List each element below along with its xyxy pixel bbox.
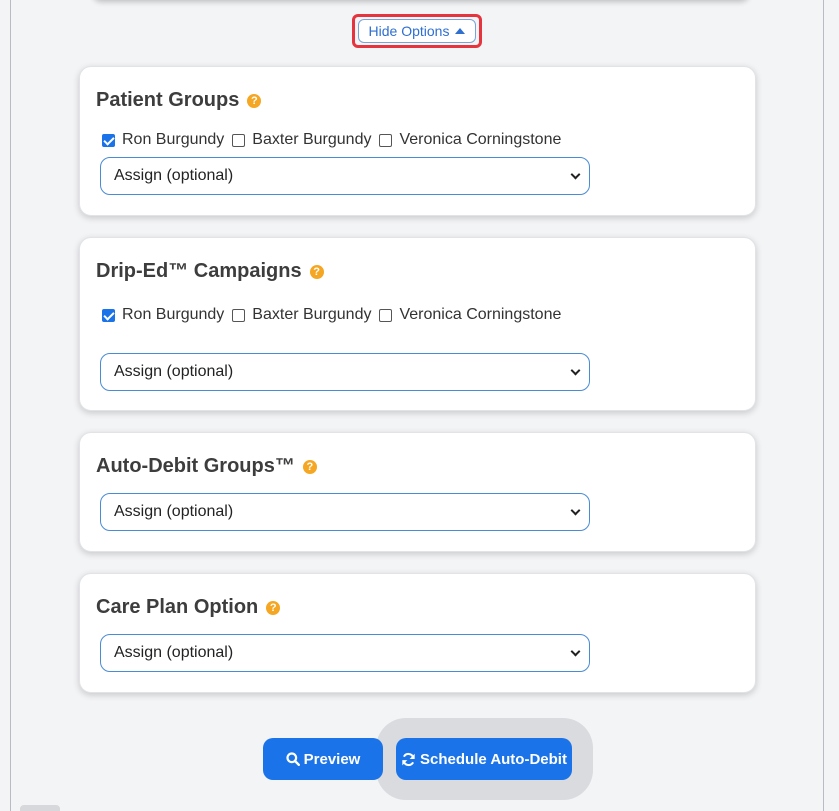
hide-options-highlight: Hide Options [352,14,482,48]
caret-up-icon [455,28,466,34]
checkbox-unchecked[interactable] [379,133,393,147]
checkbox-unchecked[interactable] [232,308,246,322]
preview-label: Preview [303,750,361,768]
select-value: Assign (optional) [114,503,234,520]
patient-checkbox-baxter[interactable]: Baxter Burgundy [232,306,371,324]
patient-name: Veronica Corningstone [399,131,562,148]
patient-groups-title-text: Patient Groups [96,89,240,111]
patient-name: Ron Burgundy [122,306,225,323]
checkbox-unchecked[interactable] [379,308,393,322]
patient-groups-checkboxes: Ron Burgundy Baxter Burgundy Veronica Co… [102,131,569,149]
care-plan-title-text: Care Plan Option [96,596,259,618]
patient-checkbox-veronica[interactable]: Veronica Corningstone [379,131,561,149]
question-circle-icon[interactable]: ? [266,600,281,615]
auto-debit-groups-assign-select[interactable]: Assign (optional) [100,493,590,531]
chevron-down-icon [570,505,581,515]
patient-groups-assign-select[interactable]: Assign (optional) [100,157,590,195]
checkbox-unchecked[interactable] [232,133,246,147]
patient-name: Baxter Burgundy [252,131,372,148]
chevron-down-icon [570,646,581,656]
drip-campaigns-card: Drip-Ed™ Campaigns ? Ron Burgundy Baxter… [79,237,756,411]
care-plan-card: Care Plan Option ? Assign (optional) [79,573,756,693]
schedule-auto-debit-label: Schedule Auto-Debit [420,750,567,768]
patient-name: Ron Burgundy [122,131,225,148]
refresh-icon [402,752,415,766]
chevron-down-icon [570,169,581,179]
drip-campaigns-title: Drip-Ed™ Campaigns ? [96,260,324,283]
question-circle-icon[interactable]: ? [247,93,262,108]
care-plan-title: Care Plan Option ? [96,596,281,619]
schedule-auto-debit-button[interactable]: Schedule Auto-Debit [396,738,572,780]
patient-groups-title: Patient Groups ? [96,89,262,112]
search-icon [286,752,300,766]
auto-debit-groups-title: Auto-Debit Groups™ ? [96,455,317,478]
bottom-edge-tab [20,805,60,811]
select-value: Assign (optional) [114,644,234,661]
patient-name: Baxter Burgundy [252,306,372,323]
patient-checkbox-ron[interactable]: Ron Burgundy [102,131,224,149]
auto-debit-groups-card: Auto-Debit Groups™ ? Assign (optional) [79,432,756,552]
select-value: Assign (optional) [114,363,234,380]
question-circle-icon[interactable]: ? [302,459,317,474]
preview-button[interactable]: Preview [263,738,383,780]
auto-debit-groups-title-text: Auto-Debit Groups™ [96,455,295,477]
patient-checkbox-veronica[interactable]: Veronica Corningstone [379,306,561,324]
drip-campaigns-assign-select[interactable]: Assign (optional) [100,353,590,391]
care-plan-assign-select[interactable]: Assign (optional) [100,634,590,672]
patient-checkbox-ron[interactable]: Ron Burgundy [102,306,224,324]
drip-campaigns-title-text: Drip-Ed™ Campaigns [96,260,302,282]
patient-checkbox-baxter[interactable]: Baxter Burgundy [232,131,371,149]
hide-options-label: Hide Options [368,23,450,39]
hide-options-button[interactable]: Hide Options [358,19,476,43]
drip-campaigns-checkboxes: Ron Burgundy Baxter Burgundy Veronica Co… [102,306,569,324]
select-value: Assign (optional) [114,167,234,184]
checkbox-checked[interactable] [102,308,115,322]
checkbox-checked[interactable] [102,133,115,147]
chevron-down-icon [570,365,581,375]
patient-groups-card: Patient Groups ? Ron Burgundy Baxter Bur… [79,66,756,216]
question-circle-icon[interactable]: ? [309,264,324,279]
patient-name: Veronica Corningstone [399,306,562,323]
